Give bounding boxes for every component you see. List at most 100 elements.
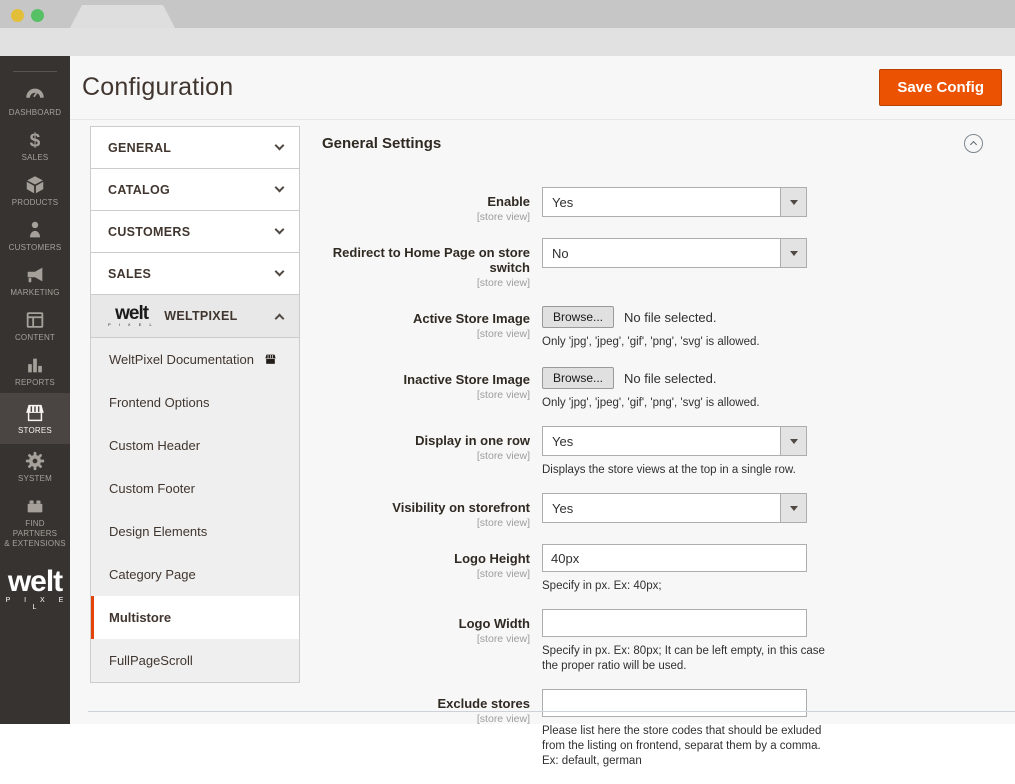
nav-item-design-elements[interactable]: Design Elements <box>91 510 299 553</box>
scope-label: [store view] <box>322 517 530 529</box>
redirect-home-select[interactable]: No <box>542 238 807 268</box>
sidebar-item-content[interactable]: CONTENT <box>0 303 70 348</box>
sidebar-item-label: FIND PARTNERS & EXTENSIONS <box>2 519 68 549</box>
layout-icon <box>24 309 46 331</box>
scope-label: [store view] <box>322 450 530 462</box>
svg-text:$: $ <box>30 130 41 151</box>
field-row-redirect-home: Redirect to Home Page on store switch [s… <box>322 238 1005 289</box>
general-settings-section: General Settings Enable [store view] Yes… <box>322 134 1005 784</box>
field-note: Displays the store views at the top in a… <box>542 463 834 478</box>
storefront-icon <box>24 402 46 424</box>
field-label: Exclude stores <box>322 696 530 711</box>
field-label: Logo Height <box>322 551 530 566</box>
display-one-row-select[interactable]: Yes <box>542 426 807 456</box>
storefront-icon <box>263 353 278 366</box>
field-row-active-store-image: Active Store Image [store view] Browse..… <box>322 304 1005 350</box>
scope-label: [store view] <box>322 211 530 223</box>
field-row-exclude-stores: Exclude stores [store view] Please list … <box>322 689 1005 769</box>
field-label: Display in one row <box>322 433 530 448</box>
scope-label: [store view] <box>322 633 530 645</box>
sidebar-item-label: CUSTOMERS <box>2 243 68 253</box>
nav-item-custom-header[interactable]: Custom Header <box>91 424 299 467</box>
dropdown-arrow-icon <box>780 427 806 455</box>
sidebar-item-label: DASHBOARD <box>2 108 68 118</box>
nav-item-fullpagescroll[interactable]: FullPageScroll <box>91 639 299 682</box>
field-note: Only 'jpg', 'jpeg', 'gif', 'png', 'svg' … <box>542 335 834 350</box>
nav-section-general[interactable]: GENERAL <box>91 127 299 169</box>
chevron-down-icon <box>275 183 285 193</box>
content-bottom-divider <box>88 711 1015 712</box>
sidebar-item-label: PRODUCTS <box>2 198 68 208</box>
sidebar-item-find-partners[interactable]: FIND PARTNERS & EXTENSIONS <box>0 489 70 554</box>
section-title: General Settings <box>322 135 441 152</box>
dropdown-arrow-icon <box>780 494 806 522</box>
nav-section-customers[interactable]: CUSTOMERS <box>91 211 299 253</box>
logo-width-input[interactable] <box>542 609 807 637</box>
visibility-storefront-select[interactable]: Yes <box>542 493 807 523</box>
sidebar-item-system[interactable]: SYSTEM <box>0 444 70 489</box>
field-row-enable: Enable [store view] Yes <box>322 187 1005 223</box>
nav-item-custom-footer[interactable]: Custom Footer <box>91 467 299 510</box>
sidebar-item-sales[interactable]: $ SALES <box>0 123 70 168</box>
sidebar-item-customers[interactable]: CUSTOMERS <box>0 213 70 258</box>
browser-tab[interactable] <box>70 5 175 28</box>
chevron-down-icon <box>275 225 285 235</box>
nav-section-weltpixel[interactable]: welt P I X E L WELTPIXEL <box>91 295 299 338</box>
chevron-down-icon <box>275 141 285 151</box>
nav-section-catalog[interactable]: CATALOG <box>91 169 299 211</box>
logo-height-input[interactable] <box>542 544 807 572</box>
field-note: Specify in px. Ex: 40px; <box>542 579 834 594</box>
dropdown-arrow-icon <box>780 188 806 216</box>
collapse-section-button[interactable] <box>964 134 983 153</box>
nav-section-sales[interactable]: SALES <box>91 253 299 295</box>
browser-title-bar <box>0 0 1015 28</box>
field-label: Inactive Store Image <box>322 372 530 387</box>
browse-button[interactable]: Browse... <box>542 306 614 328</box>
weltpixel-submenu: WeltPixel Documentation Frontend Options… <box>91 338 299 683</box>
nav-item-category-page[interactable]: Category Page <box>91 553 299 596</box>
sidebar-item-reports[interactable]: REPORTS <box>0 348 70 393</box>
sidebar-item-label: STORES <box>2 426 68 436</box>
scope-label: [store view] <box>322 713 530 725</box>
main-area: Configuration Save Config GENERAL CATALO… <box>70 56 1015 724</box>
field-row-logo-width: Logo Width [store view] Specify in px. E… <box>322 609 1005 674</box>
sidebar-item-marketing[interactable]: MARKETING <box>0 258 70 303</box>
config-nav: GENERAL CATALOG CUSTOMERS SALES welt P I… <box>90 126 300 683</box>
field-row-inactive-store-image: Inactive Store Image [store view] Browse… <box>322 365 1005 411</box>
admin-sidebar: DASHBOARD $ SALES PRODUCTS CUSTOMERS MAR… <box>0 56 70 724</box>
nav-item-multistore[interactable]: Multistore <box>91 596 299 639</box>
browser-toolbar <box>0 28 1015 56</box>
sidebar-item-label: SALES <box>2 153 68 163</box>
nav-item-frontend-options[interactable]: Frontend Options <box>91 381 299 424</box>
nav-item-weltpixel-documentation[interactable]: WeltPixel Documentation <box>91 338 299 381</box>
sidebar-item-label: REPORTS <box>2 378 68 388</box>
field-row-display-one-row: Display in one row [store view] Yes Disp… <box>322 426 1005 478</box>
megaphone-icon <box>24 264 46 286</box>
field-label: Redirect to Home Page on store switch <box>322 245 530 275</box>
gauge-icon <box>24 84 46 106</box>
dollar-icon: $ <box>24 129 46 151</box>
save-config-button[interactable]: Save Config <box>879 69 1002 106</box>
file-status-text: No file selected. <box>624 371 717 386</box>
browse-button[interactable]: Browse... <box>542 367 614 389</box>
enable-select[interactable]: Yes <box>542 187 807 217</box>
sidebar-item-products[interactable]: PRODUCTS <box>0 168 70 213</box>
exclude-stores-input[interactable] <box>542 689 807 717</box>
field-label: Logo Width <box>322 616 530 631</box>
sidebar-item-stores[interactable]: STORES <box>0 393 70 444</box>
page-header: Configuration Save Config <box>70 56 1015 120</box>
chevron-up-icon <box>275 313 285 323</box>
file-status-text: No file selected. <box>624 310 717 325</box>
field-note: Please list here the store codes that sh… <box>542 724 834 769</box>
field-label: Enable <box>322 194 530 209</box>
maximize-window-button[interactable] <box>31 9 44 22</box>
gear-icon <box>24 450 46 472</box>
sidebar-item-dashboard[interactable]: DASHBOARD <box>0 78 70 123</box>
minimize-window-button[interactable] <box>11 9 24 22</box>
scope-label: [store view] <box>322 277 530 289</box>
person-icon <box>24 219 46 241</box>
sidebar-item-label: MARKETING <box>2 288 68 298</box>
field-row-visibility-storefront: Visibility on storefront [store view] Ye… <box>322 493 1005 529</box>
sidebar-item-label: CONTENT <box>2 333 68 343</box>
scope-label: [store view] <box>322 328 530 340</box>
